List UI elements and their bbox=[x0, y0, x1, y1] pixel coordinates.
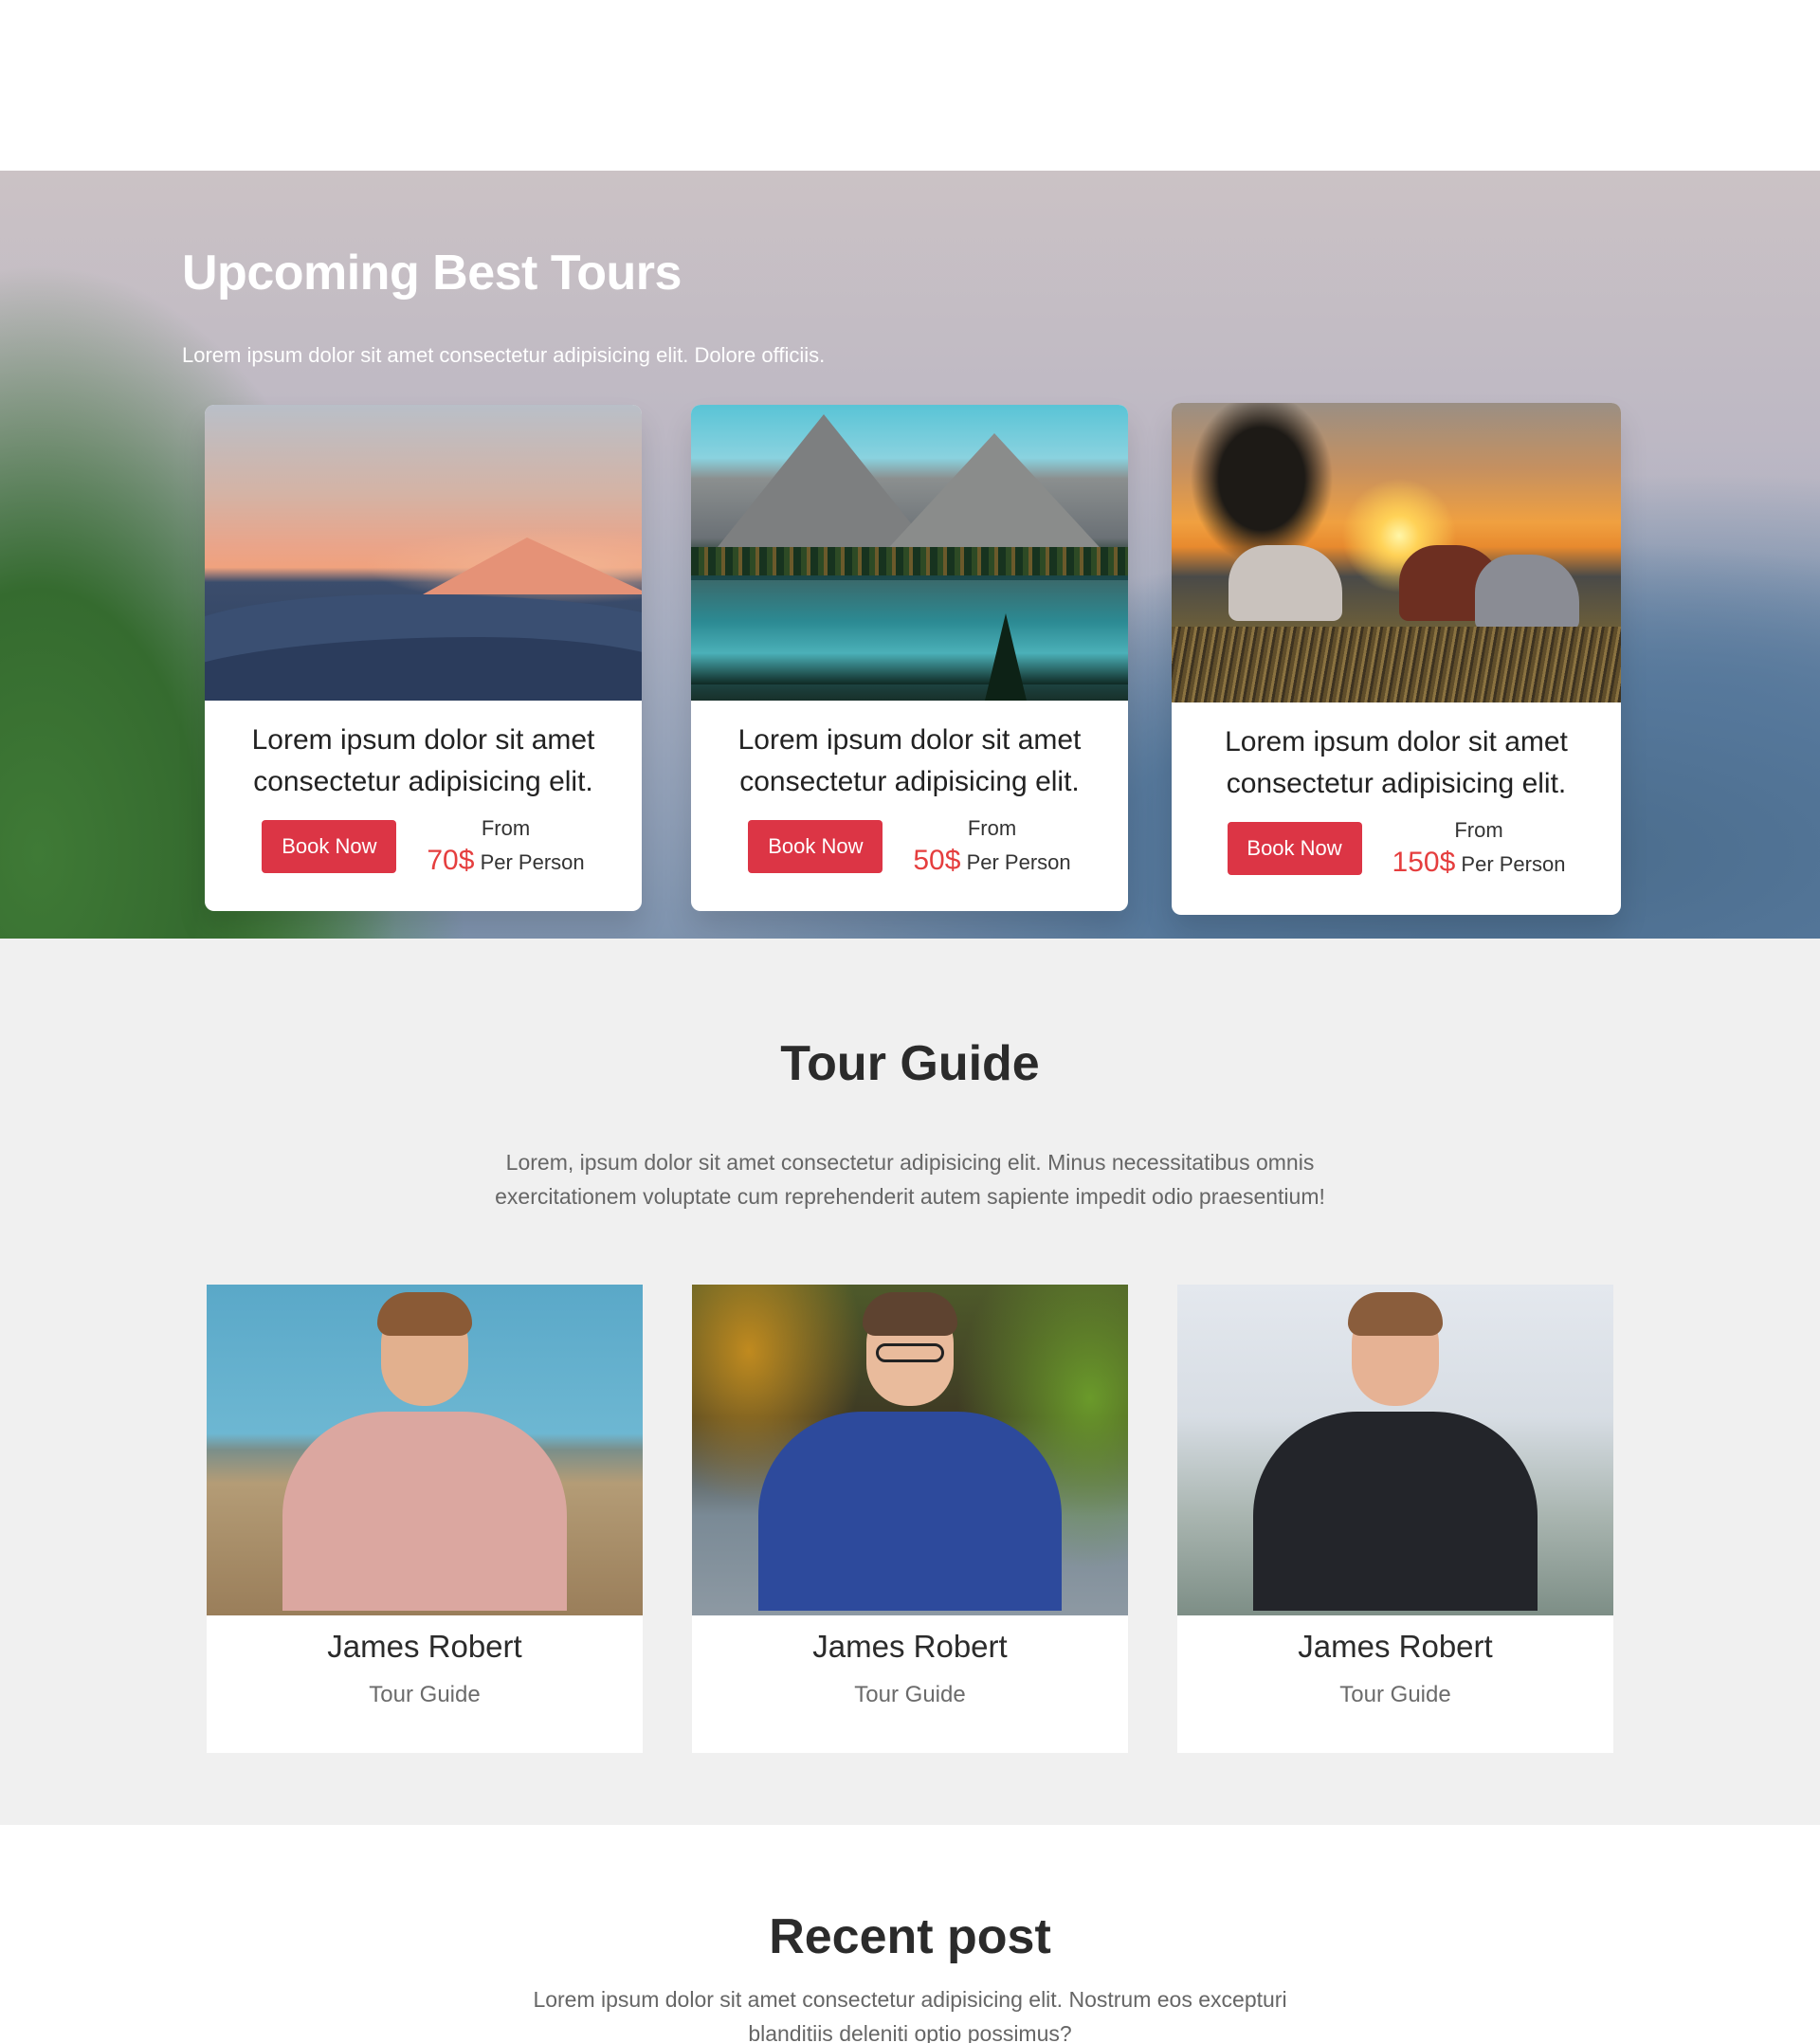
price-amount: 150$ bbox=[1392, 847, 1456, 878]
tour-image-mountain-sunset bbox=[205, 405, 642, 701]
tour-description: Lorem ipsum dolor sit amet consectetur a… bbox=[251, 724, 595, 797]
price-from-label: From bbox=[481, 816, 531, 840]
price-amount: 50$ bbox=[913, 845, 961, 876]
tour-description: Lorem ipsum dolor sit amet consectetur a… bbox=[1225, 726, 1568, 799]
price-amount: 70$ bbox=[427, 845, 475, 876]
tours-title: Upcoming Best Tours bbox=[182, 246, 682, 301]
price-from-label: From bbox=[1454, 818, 1503, 842]
price-unit: Per Person bbox=[480, 850, 585, 874]
price-block: From 70$ Per Person bbox=[427, 816, 584, 877]
guide-role: Tour Guide bbox=[854, 1682, 966, 1707]
tours-section: Upcoming Best Tours Lorem ipsum dolor si… bbox=[0, 171, 1820, 939]
guide-photo bbox=[1177, 1285, 1613, 1615]
guide-photo bbox=[692, 1285, 1128, 1615]
guide-name: James Robert bbox=[327, 1629, 522, 1664]
tours-subtitle: Lorem ipsum dolor sit amet consectetur a… bbox=[182, 343, 826, 367]
guides-title: Tour Guide bbox=[780, 1036, 1040, 1091]
guide-photo bbox=[207, 1285, 643, 1615]
price-unit: Per Person bbox=[1461, 852, 1566, 876]
guide-name: James Robert bbox=[812, 1629, 1008, 1664]
recent-post-section: Recent post Lorem ipsum dolor sit amet c… bbox=[0, 1825, 1820, 2043]
guide-card: James Robert Tour Guide bbox=[207, 1285, 643, 1753]
tour-card: Lorem ipsum dolor sit amet consectetur a… bbox=[205, 405, 642, 911]
price-block: From 150$ Per Person bbox=[1392, 818, 1566, 879]
top-blank-area bbox=[0, 0, 1820, 171]
tour-card: Lorem ipsum dolor sit amet consectetur a… bbox=[691, 405, 1128, 911]
book-now-button[interactable]: Book Now bbox=[748, 820, 883, 873]
tour-description: Lorem ipsum dolor sit amet consectetur a… bbox=[737, 724, 1082, 797]
book-now-button[interactable]: Book Now bbox=[262, 820, 397, 873]
guide-card: James Robert Tour Guide bbox=[1177, 1285, 1613, 1753]
tour-image-mountain-lake bbox=[691, 405, 1128, 701]
guide-role: Tour Guide bbox=[369, 1682, 481, 1707]
book-now-button[interactable]: Book Now bbox=[1227, 822, 1362, 875]
recent-title: Recent post bbox=[769, 1909, 1051, 1964]
guide-card: James Robert Tour Guide bbox=[692, 1285, 1128, 1753]
guide-name: James Robert bbox=[1298, 1629, 1493, 1664]
price-block: From 50$ Per Person bbox=[913, 816, 1070, 877]
guide-role: Tour Guide bbox=[1339, 1682, 1451, 1707]
tour-guide-section: Tour Guide Lorem, ipsum dolor sit amet c… bbox=[0, 939, 1820, 1825]
tour-image-horses-sunset bbox=[1172, 403, 1621, 702]
tour-card: Lorem ipsum dolor sit amet consectetur a… bbox=[1172, 403, 1621, 915]
recent-description: Lorem ipsum dolor sit amet consectetur a… bbox=[533, 1987, 1287, 2043]
price-from-label: From bbox=[967, 816, 1017, 840]
price-unit: Per Person bbox=[966, 850, 1071, 874]
guides-description: Lorem, ipsum dolor sit amet consectetur … bbox=[495, 1150, 1325, 1209]
